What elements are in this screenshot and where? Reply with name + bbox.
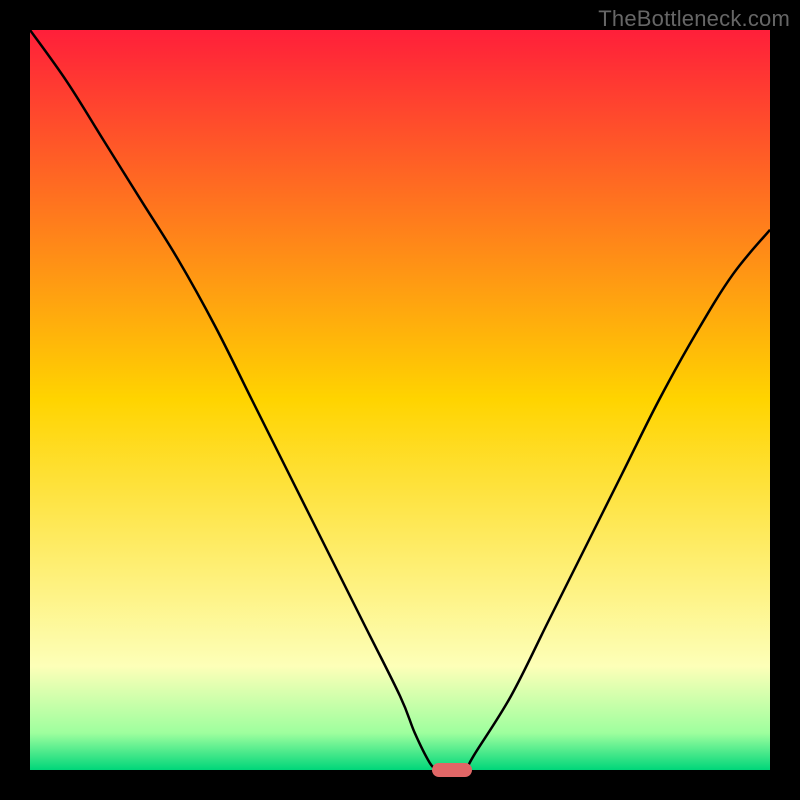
watermark-text: TheBottleneck.com — [598, 6, 790, 32]
chart-frame: TheBottleneck.com — [0, 0, 800, 800]
plot-area — [30, 30, 770, 770]
optimal-marker — [432, 763, 472, 777]
chart-svg — [30, 30, 770, 770]
